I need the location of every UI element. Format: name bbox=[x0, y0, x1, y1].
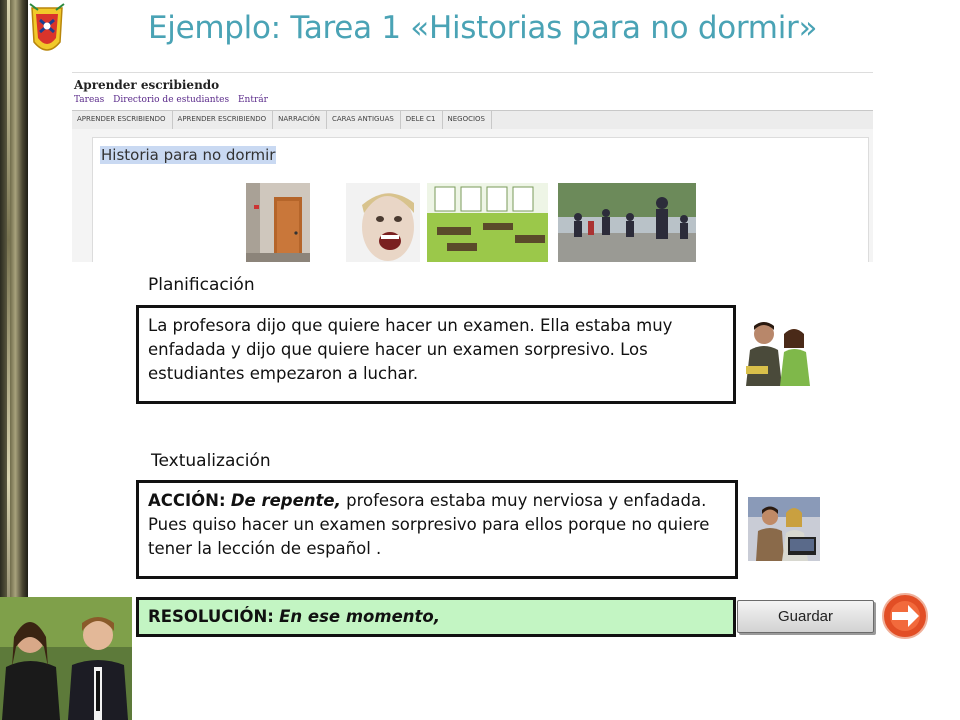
planificacion-label: Planificación bbox=[148, 275, 255, 295]
students-laptop-photo bbox=[748, 497, 820, 561]
website-tabs: APRENDER ESCRIBIENDO APRENDER ESCRIBIEND… bbox=[72, 110, 873, 130]
hallway-door-photo bbox=[246, 183, 310, 262]
website-nav: Tareas Directorio de estudiantes Entrár bbox=[74, 95, 274, 105]
resolucion-connector: En ese momento, bbox=[279, 607, 441, 626]
empty-classroom-photo bbox=[427, 183, 548, 262]
save-button[interactable]: Guardar bbox=[737, 600, 874, 633]
website-tab[interactable]: CARAS ANTIGUAS bbox=[327, 111, 401, 129]
website-tab[interactable]: NEGOCIOS bbox=[443, 111, 492, 129]
website-nav-tareas[interactable]: Tareas bbox=[74, 95, 104, 105]
accion-connector: De repente, bbox=[230, 491, 341, 510]
website-header: Aprender escribiendo Tareas Directorio d… bbox=[72, 72, 873, 111]
website-tab[interactable]: NARRACIÓN bbox=[273, 111, 327, 129]
resolucion-text-box[interactable]: RESOLUCIÓN: En ese momento, bbox=[136, 597, 736, 637]
website-tab[interactable]: APRENDER ESCRIBIENDO bbox=[173, 111, 274, 129]
website-tab[interactable]: APRENDER ESCRIBIENDO bbox=[72, 111, 173, 129]
website-title: Aprender escribiendo bbox=[74, 78, 220, 92]
couple-photo bbox=[0, 597, 132, 720]
website-story-heading: Historia para no dormir bbox=[100, 146, 277, 164]
coat-of-arms-logo bbox=[29, 3, 65, 51]
website-nav-entrar[interactable]: Entrár bbox=[238, 95, 268, 105]
textualizacion-text-box[interactable]: ACCIÓN: De repente, profesora estaba muy… bbox=[136, 480, 738, 579]
screaming-girl-photo bbox=[346, 183, 420, 262]
planificacion-text: La profesora dijo que quiere hacer un ex… bbox=[148, 316, 673, 383]
textualizacion-label: Textualización bbox=[151, 451, 271, 471]
resolucion-label: RESOLUCIÓN: bbox=[148, 607, 274, 626]
next-arrow-icon[interactable] bbox=[880, 592, 930, 640]
students-running-photo bbox=[558, 183, 696, 262]
website-screenshot: Aprender escribiendo Tareas Directorio d… bbox=[72, 72, 873, 262]
accion-label: ACCIÓN: bbox=[148, 491, 226, 510]
two-students-photo bbox=[738, 320, 820, 386]
website-tab[interactable]: DELE C1 bbox=[401, 111, 443, 129]
website-nav-directorio[interactable]: Directorio de estudiantes bbox=[113, 95, 229, 105]
planificacion-text-box[interactable]: La profesora dijo que quiere hacer un ex… bbox=[136, 305, 736, 404]
slide-title: Ejemplo: Tarea 1 «Historias para no dorm… bbox=[148, 10, 818, 46]
